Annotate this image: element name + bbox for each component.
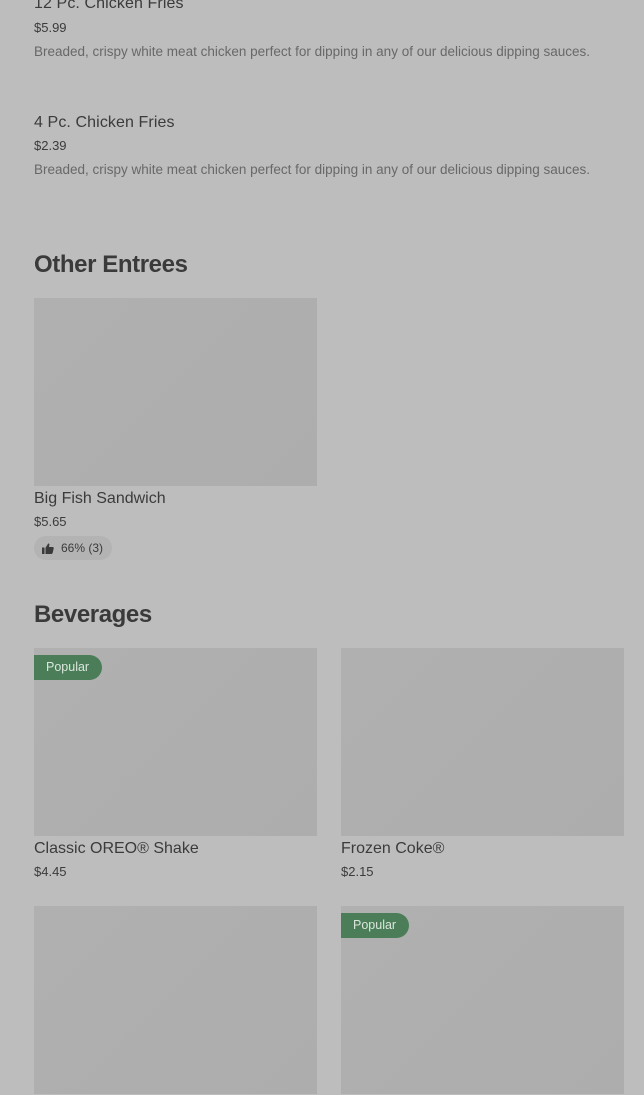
thumbs-up-icon: [42, 542, 54, 554]
item-price: $5.99: [34, 20, 67, 35]
menu-item-12pc-chicken-fries[interactable]: 12 Pc. Chicken Fries $5.99 Breaded, cris…: [34, 0, 610, 62]
item-image: Popular: [34, 648, 317, 836]
card-name: Big Fish Sandwich: [34, 490, 166, 507]
card-name: Frozen Coke®: [341, 840, 445, 857]
popular-badge: Popular: [34, 655, 103, 680]
popular-badge: Popular: [341, 913, 410, 938]
section-title-beverages: Beverages: [34, 601, 152, 628]
card-beverage-4[interactable]: Popular: [341, 906, 624, 1094]
item-name: 4 Pc. Chicken Fries: [34, 114, 175, 131]
card-big-fish-sandwich[interactable]: Big Fish Sandwich $5.65 66% (3): [34, 298, 317, 560]
menu-page: 12 Pc. Chicken Fries $5.99 Breaded, cris…: [0, 0, 644, 1095]
item-image: [341, 648, 624, 836]
section-title-other-entrees: Other Entrees: [34, 251, 188, 278]
item-image: [34, 298, 317, 486]
menu-item-4pc-chicken-fries[interactable]: 4 Pc. Chicken Fries $2.39 Breaded, crisp…: [34, 113, 610, 180]
rating-badge: 66% (3): [34, 536, 113, 560]
item-image: [34, 906, 317, 1094]
item-price: $2.39: [34, 138, 67, 153]
card-price: $4.45: [34, 864, 67, 879]
card-price: $2.15: [341, 864, 374, 879]
item-description: Breaded, crispy white meat chicken perfe…: [34, 44, 591, 59]
item-name: 12 Pc. Chicken Fries: [34, 0, 184, 12]
rating-text: 66% (3): [61, 541, 104, 555]
card-price: $5.65: [34, 514, 67, 529]
item-description: Breaded, crispy white meat chicken perfe…: [34, 162, 591, 177]
card-classic-oreo-shake[interactable]: Popular Classic OREO® Shake $4.45: [34, 648, 317, 880]
item-image: Popular: [341, 906, 624, 1094]
card-frozen-coke[interactable]: Frozen Coke® $2.15: [341, 648, 624, 880]
card-beverage-3[interactable]: [34, 906, 317, 1094]
card-name: Classic OREO® Shake: [34, 840, 199, 857]
